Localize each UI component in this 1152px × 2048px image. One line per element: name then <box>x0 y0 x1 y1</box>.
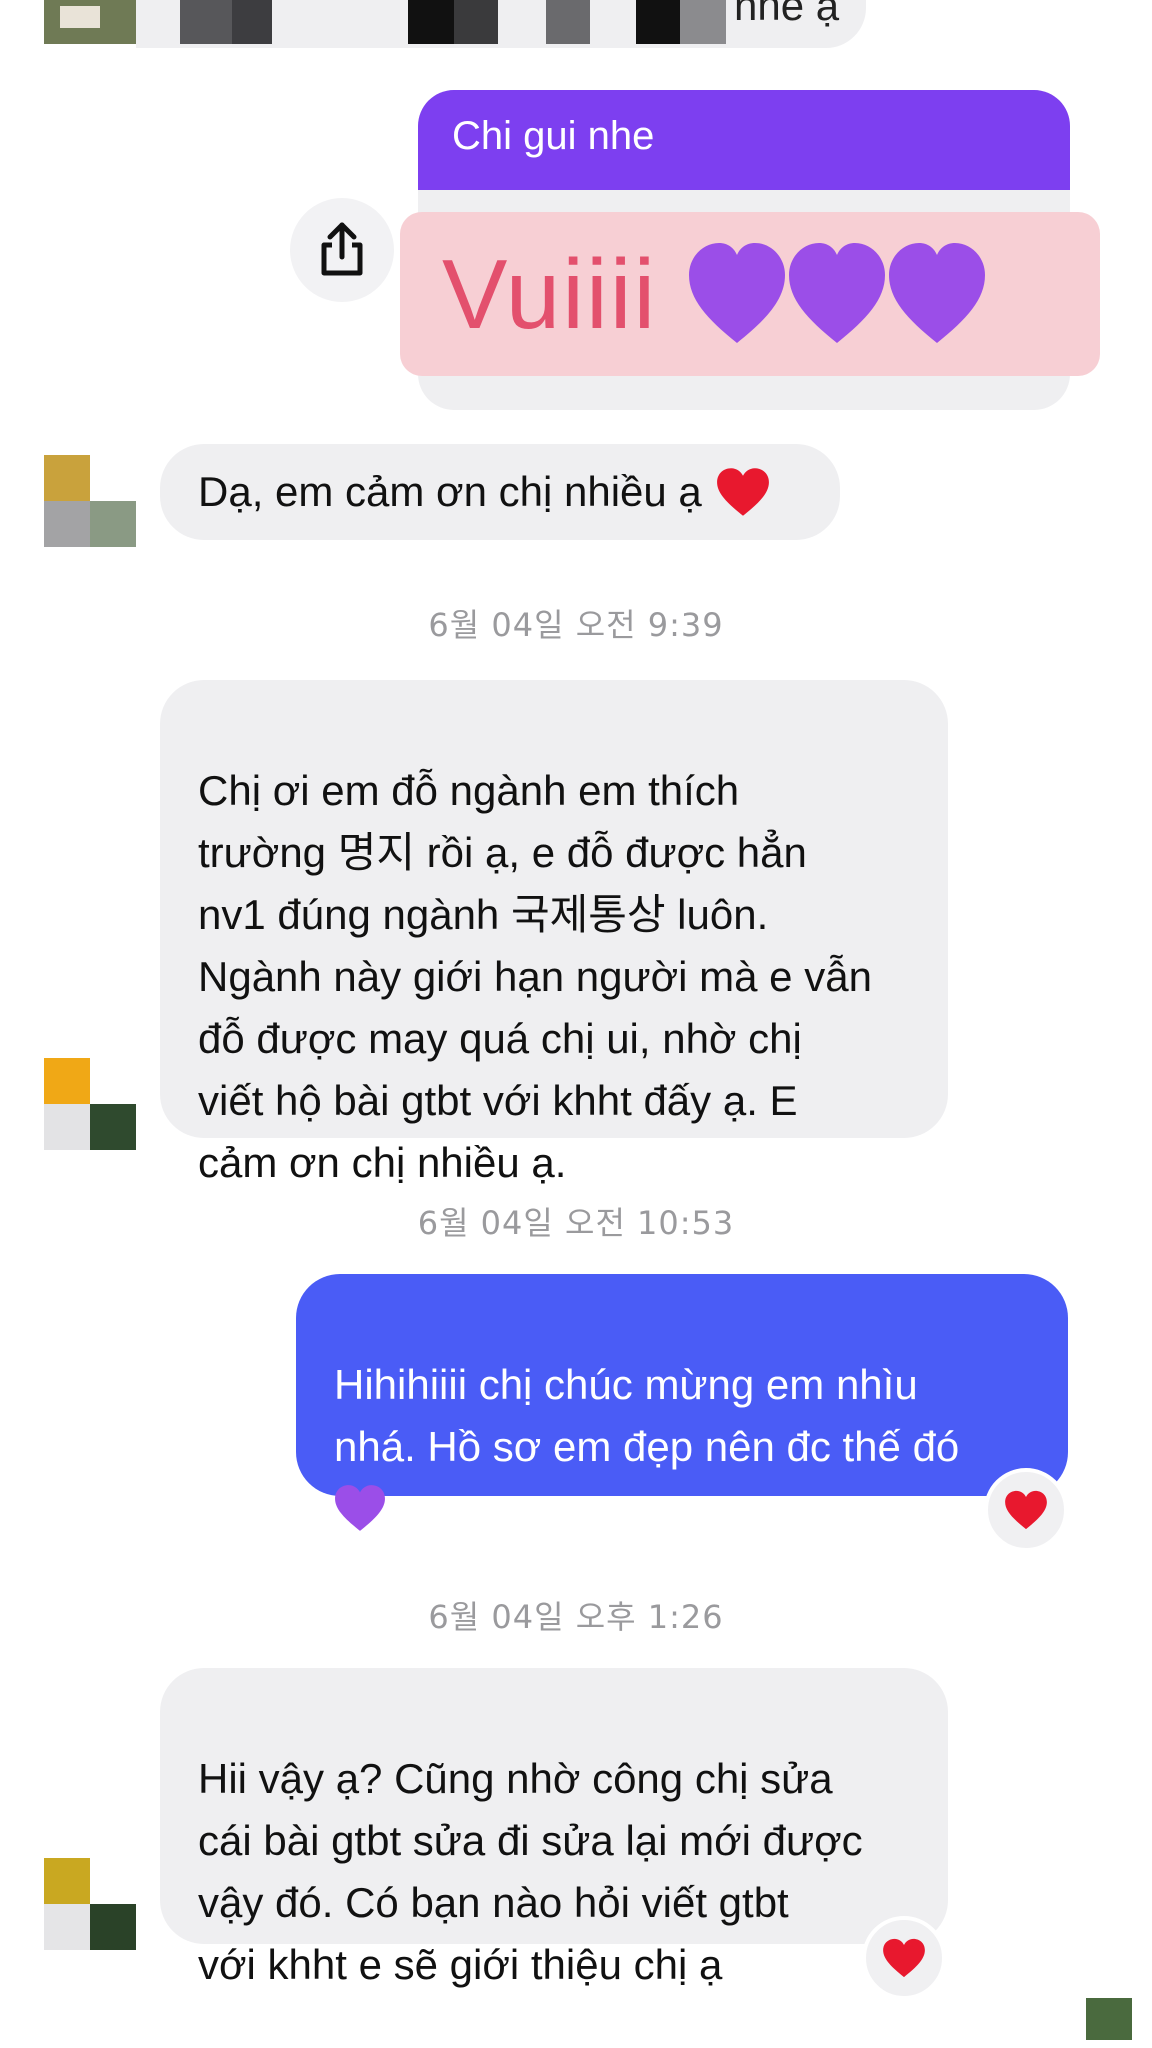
reaction-badge[interactable] <box>984 1468 1068 1552</box>
reaction-badge[interactable] <box>862 1916 946 2000</box>
timestamp: 6월 04일 오후 1:26 <box>428 1598 724 1636</box>
share-button[interactable] <box>290 198 394 302</box>
red-heart-icon <box>1005 1490 1047 1530</box>
timestamp: 6월 04일 오전 10:53 <box>417 1204 735 1242</box>
seen-avatar <box>1086 1998 1132 2040</box>
share-icon <box>321 222 363 276</box>
red-heart-icon <box>716 468 769 516</box>
message-text: Chị ơi em đỗ ngành em thích trường 명지 rồ… <box>198 767 872 1186</box>
message-bubble-received[interactable]: Hii vậy ạ? Cũng nhờ công chị sửa cái bài… <box>160 1668 948 1988</box>
message-text: Hii vậy ạ? Cũng nhờ công chị sửa cái bài… <box>198 1755 863 1988</box>
censored-header: nhé ạ <box>0 0 1152 48</box>
purple-heart-icon <box>335 1485 385 1531</box>
avatar[interactable] <box>44 1058 136 1150</box>
avatar[interactable] <box>44 455 136 547</box>
purple-heart-icon <box>689 243 986 343</box>
shared-post-big-text: Vuiiii <box>442 239 658 349</box>
message-text: Hihihiiii chị chúc mừng em nhìu nhá. Hồ … <box>334 1361 960 1470</box>
shared-post-image[interactable]: Vuiiii <box>400 212 1100 376</box>
shared-post-header: Chi gui nhe <box>418 90 1070 190</box>
avatar[interactable] <box>44 1858 136 1950</box>
timestamp: 6월 04일 오전 9:39 <box>428 606 724 644</box>
message-bubble-received[interactable]: Dạ, em cảm ơn chị nhiều ạ <box>160 444 840 540</box>
red-heart-icon <box>883 1938 925 1978</box>
message-text: Dạ, em cảm ơn chị nhiều ạ <box>198 468 702 515</box>
shared-post-header-text: Chi gui nhe <box>452 114 655 158</box>
partial-message-text: nhé ạ <box>734 0 840 29</box>
message-bubble-sent[interactable]: Hihihiiii chị chúc mừng em nhìu nhá. Hồ … <box>296 1274 1068 1531</box>
message-bubble-received[interactable]: Chị ơi em đỗ ngành em thích trường 명지 rồ… <box>160 680 948 1186</box>
